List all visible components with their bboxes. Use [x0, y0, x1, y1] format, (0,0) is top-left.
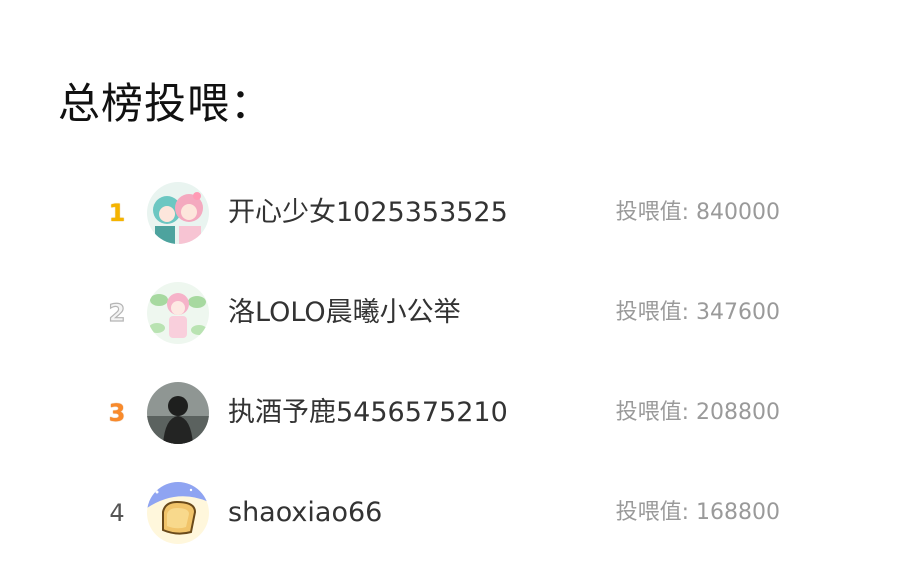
anime-girl-lotus-avatar-icon[interactable]: [147, 282, 209, 344]
ranking-row[interactable]: 3 执酒予鹿5456575210 投喂值: 208800: [0, 363, 900, 463]
rank-silver-medal-icon: 2: [108, 298, 126, 327]
feed-value: 投喂值: 168800: [616, 463, 780, 563]
toast-bread-avatar-icon[interactable]: [147, 482, 209, 544]
user-name[interactable]: 开心少女1025353525: [228, 163, 508, 263]
user-name[interactable]: 执酒予鹿5456575210: [228, 363, 508, 463]
rank-number: 4: [109, 499, 125, 527]
feed-value: 投喂值: 840000: [616, 163, 780, 263]
feed-value-number: 840000: [696, 200, 780, 225]
feed-value-label: 投喂值:: [615, 400, 697, 425]
feed-value-label: 投喂值:: [615, 300, 697, 325]
feed-value-label: 投喂值:: [615, 200, 697, 225]
anime-twins-avatar-icon[interactable]: [147, 182, 209, 244]
ranking-row[interactable]: 2 洛LOLO晨曦小公举 投喂值: 347600: [0, 263, 900, 363]
rank-bronze-medal-icon: 3: [108, 399, 126, 427]
user-name[interactable]: 洛LOLO晨曦小公举: [228, 263, 461, 363]
feed-value: 投喂值: 208800: [616, 363, 780, 463]
ranking-row[interactable]: 1 开心少女1025353525 投喂值: 840000: [0, 163, 900, 263]
feed-value-number: 208800: [696, 400, 780, 425]
feed-value-number: 347600: [696, 300, 780, 325]
user-name[interactable]: shaoxiao66: [228, 463, 382, 563]
rank-gold-medal-icon: 1: [108, 199, 126, 227]
feed-value-label: 投喂值:: [615, 500, 697, 525]
ranking-list: 1 开心少女1025353525 投喂值: 840000 2 洛LOLO晨曦小公…: [0, 163, 900, 563]
ranking-row[interactable]: 4 shaoxiao66 投喂值: 168800: [0, 463, 900, 563]
feed-value-number: 168800: [696, 500, 780, 525]
page-title: 总榜投喂：: [58, 79, 274, 128]
dark-silhouette-avatar-icon[interactable]: [147, 382, 209, 444]
feed-value: 投喂值: 347600: [616, 263, 780, 363]
